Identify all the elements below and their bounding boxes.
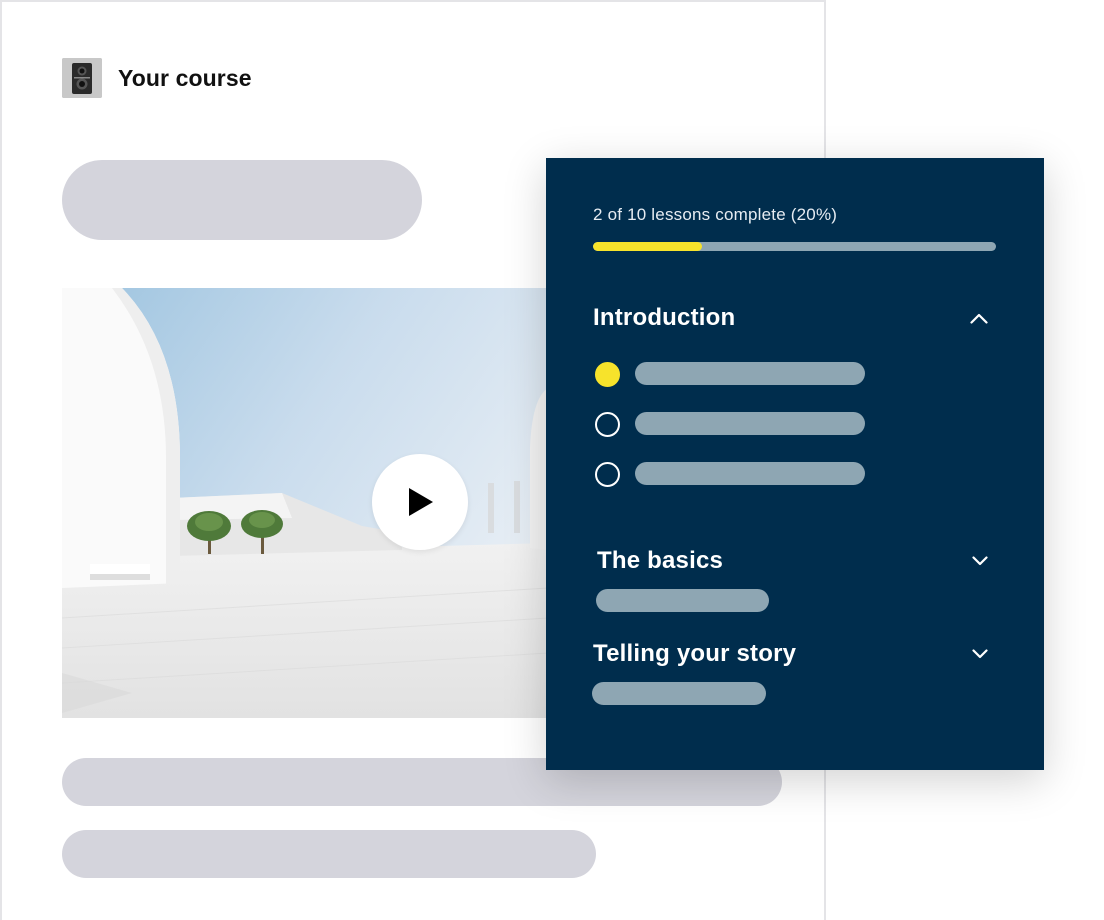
placeholder-bar bbox=[62, 830, 596, 878]
lesson-incomplete-icon bbox=[595, 462, 620, 487]
placeholder-bar bbox=[62, 160, 422, 240]
play-button[interactable] bbox=[372, 454, 468, 550]
vintage-camera-icon bbox=[62, 58, 102, 98]
section-summary-placeholder bbox=[592, 682, 766, 705]
progress-label: 2 of 10 lessons complete (20%) bbox=[593, 205, 838, 224]
lesson-complete-icon bbox=[595, 362, 620, 387]
section-title-the-basics[interactable]: The basics bbox=[597, 547, 723, 575]
architecture-scene-image bbox=[62, 288, 548, 718]
play-icon bbox=[409, 488, 433, 516]
video-thumbnail[interactable] bbox=[62, 288, 548, 718]
lesson-title-placeholder bbox=[635, 462, 865, 485]
progress-bar bbox=[593, 242, 996, 251]
lesson-incomplete-icon bbox=[595, 412, 620, 437]
progress-bar-fill bbox=[593, 242, 702, 251]
lesson-title-placeholder bbox=[635, 412, 865, 435]
chevron-down-icon[interactable] bbox=[969, 643, 991, 665]
section-summary-placeholder bbox=[596, 589, 769, 612]
chevron-up-icon[interactable] bbox=[968, 307, 990, 329]
chevron-down-icon[interactable] bbox=[969, 550, 991, 572]
lesson-title-placeholder bbox=[635, 362, 865, 385]
lesson-item[interactable] bbox=[595, 362, 865, 387]
section-title-introduction[interactable]: Introduction bbox=[593, 304, 735, 332]
course-progress-panel: 2 of 10 lessons complete (20%) Introduct… bbox=[546, 158, 1044, 770]
lesson-item[interactable] bbox=[595, 412, 865, 437]
lesson-item[interactable] bbox=[595, 462, 865, 487]
section-title-telling-your-story[interactable]: Telling your story bbox=[593, 640, 796, 668]
course-header: Your course bbox=[62, 58, 252, 98]
course-title: Your course bbox=[118, 64, 252, 91]
